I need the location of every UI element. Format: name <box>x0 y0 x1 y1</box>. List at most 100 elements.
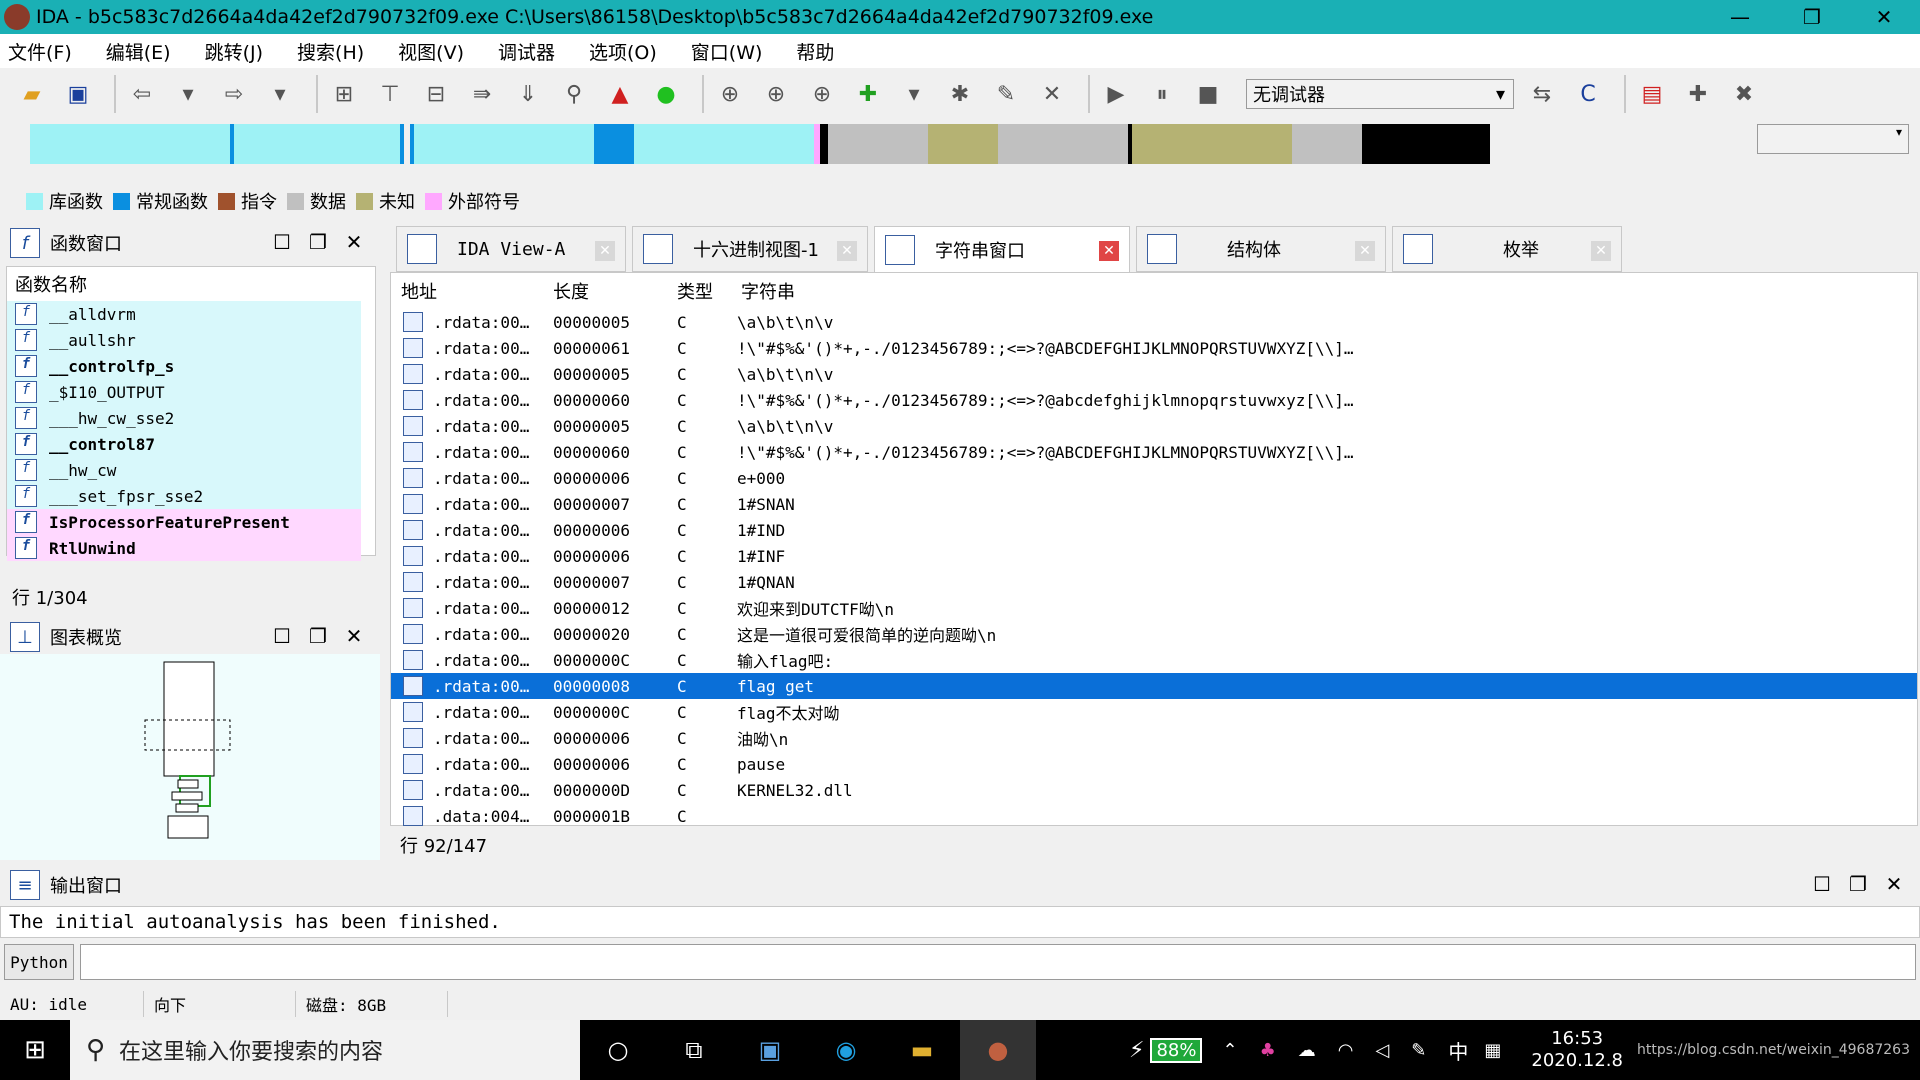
function-row[interactable]: f __controlfp_s <box>7 353 361 379</box>
function-row[interactable]: f ___set_fpsr_sse2 <box>7 483 361 509</box>
graph-overview[interactable] <box>0 654 380 860</box>
function-row[interactable]: f ___hw_cw_sse2 <box>7 405 361 431</box>
float-icon[interactable]: ❐ <box>300 624 336 648</box>
menu-search[interactable]: 搜索(H) <box>297 38 364 65</box>
volume-icon[interactable]: ◁ <box>1375 1040 1389 1061</box>
string-row[interactable]: .rdata:00… 00000006 C 1#IND <box>391 517 1917 543</box>
tab-hex-view[interactable]: 十六进制视图-1 ✕ <box>632 226 868 272</box>
strings-window[interactable]: 地址 长度 类型 字符串 .rdata:00… 00000005 C \a\b\t\n… <box>390 272 1918 826</box>
back-arrow-icon[interactable]: ⇦ <box>124 76 160 112</box>
make-ascii-icon[interactable]: ⊕ <box>804 76 840 112</box>
pause-icon[interactable]: ⏸ <box>1144 76 1180 112</box>
close-button[interactable]: ✕ <box>1848 5 1920 29</box>
wifi-icon[interactable]: ◠ <box>1338 1040 1354 1061</box>
string-row[interactable]: .rdata:00… 00000060 C !\"#$%&'()*+,-./0123… <box>391 387 1917 413</box>
function-row[interactable]: f __alldvrm <box>7 301 361 327</box>
stop-icon[interactable]: ■ <box>1190 76 1226 112</box>
task-view-icon[interactable]: ⧉ <box>656 1036 732 1064</box>
taskbar-search-box[interactable]: ⚲ 在这里输入你要搜索的内容 <box>70 1020 580 1080</box>
cortana-icon[interactable]: ○ <box>580 1036 656 1064</box>
close-icon[interactable]: ✕ <box>1876 872 1912 896</box>
tab-ida-view-a[interactable]: IDA View-A ✕ <box>396 226 626 272</box>
app-tray-icon[interactable]: ♣ <box>1260 1040 1276 1061</box>
debugger-select[interactable]: 无调试器 ▾ <box>1246 79 1514 109</box>
menu-help[interactable]: 帮助 <box>796 38 834 65</box>
control-panel-icon[interactable]: ▣ <box>732 1036 808 1064</box>
chevron-up-icon[interactable]: ⌃ <box>1222 1040 1237 1061</box>
string-row[interactable]: .rdata:00… 00000007 C 1#QNAN <box>391 569 1917 595</box>
clock[interactable]: 16:53 2020.12.8 <box>1531 1028 1623 1072</box>
pseudocode-icon[interactable]: C <box>1570 76 1606 112</box>
maximize-icon[interactable]: ☐ <box>264 624 300 648</box>
minimize-button[interactable]: — <box>1704 5 1776 29</box>
make-data-icon[interactable]: ⊕ <box>758 76 794 112</box>
string-row[interactable]: .rdata:00… 0000000C Cflag不太对呦 <box>391 699 1917 725</box>
string-column-header[interactable]: 字符串 <box>737 278 795 304</box>
menu-edit[interactable]: 编辑(E) <box>106 38 171 65</box>
play-icon[interactable]: ▶ <box>1098 76 1134 112</box>
float-icon[interactable]: ❐ <box>1840 872 1876 896</box>
edge-browser-icon[interactable]: ◉ <box>808 1036 884 1064</box>
type-column-header[interactable]: 类型 <box>671 278 737 304</box>
ime-indicator[interactable]: 中 <box>1448 1036 1468 1065</box>
forward-arrow-icon[interactable]: ⇨ <box>216 76 252 112</box>
maximize-icon[interactable]: ☐ <box>1804 872 1840 896</box>
functions-list[interactable]: 函数名称 f __alldvrm f __aullshr f __controlfp_s f… <box>6 266 376 561</box>
pen-icon[interactable]: ✎ <box>1411 1040 1426 1061</box>
tab-strings[interactable]: 字符串窗口 ✕ <box>874 226 1130 272</box>
string-row[interactable]: .rdata:00… 00000061 C !\"#$%&'()*+,-./0123… <box>391 335 1917 361</box>
close-icon[interactable]: ✕ <box>1099 241 1119 261</box>
function-row[interactable]: f __control87 <box>7 431 361 457</box>
search-binary-icon[interactable]: ⇛ <box>464 76 500 112</box>
function-row[interactable]: f IsProcessorFeaturePresent <box>7 509 361 535</box>
tab-structures[interactable]: 结构体 ✕ <box>1136 226 1386 272</box>
nav-dropdown[interactable]: ▾ <box>1757 124 1909 154</box>
string-row[interactable]: .rdata:00… 00000060 C !\"#$%&'()*+,-./0123… <box>391 439 1917 465</box>
menu-debugger[interactable]: 调试器 <box>498 38 555 65</box>
save-icon[interactable]: ▣ <box>60 76 96 112</box>
add-breakpoint-icon[interactable]: ✚ <box>1680 76 1716 112</box>
file-explorer-icon[interactable]: ▬ <box>884 1036 960 1064</box>
make-string-icon[interactable]: ✚ <box>850 76 886 112</box>
make-code-icon[interactable]: ⊕ <box>712 76 748 112</box>
back-dropdown-icon[interactable]: ▾ <box>170 76 206 112</box>
string-dropdown-icon[interactable]: ▾ <box>896 76 932 112</box>
undefine-icon[interactable]: ✱ <box>942 76 978 112</box>
function-row[interactable]: f __aullshr <box>7 327 361 353</box>
string-row[interactable]: .data:004… 0000001B C <box>391 803 1917 829</box>
windows-start-icon[interactable]: ⊞ <box>0 1035 70 1065</box>
delete-icon[interactable]: ✕ <box>1034 76 1070 112</box>
string-row[interactable]: .rdata:00… 00000012 C 欢迎来到DUTCTF呦\n <box>391 595 1917 621</box>
ida-taskbar-icon[interactable]: ● <box>960 1020 1036 1080</box>
warning-icon[interactable]: ▲ <box>602 76 638 112</box>
function-row[interactable]: f RtlUnwind <box>7 535 361 561</box>
restore-button[interactable]: ❐ <box>1776 5 1848 29</box>
rename-icon[interactable]: ✎ <box>988 76 1024 112</box>
string-row[interactable]: .rdata:00… 00000006 C 油呦\n <box>391 725 1917 751</box>
string-row[interactable]: .rdata:00… 00000006 Ce+000 <box>391 465 1917 491</box>
breakpoints-list-icon[interactable]: ▤ <box>1634 76 1670 112</box>
string-row[interactable]: .rdata:00… 00000006 Cpause <box>391 751 1917 777</box>
string-row[interactable]: .rdata:00… 00000008 Cflag get <box>391 673 1917 699</box>
string-row[interactable]: .rdata:00… 00000005 C \a\b\t\n\v <box>391 361 1917 387</box>
float-icon[interactable]: ❐ <box>300 230 336 254</box>
close-icon[interactable]: ✕ <box>336 624 372 648</box>
menu-windows[interactable]: 窗口(W) <box>691 38 763 65</box>
string-row[interactable]: .rdata:00… 0000000C C 输入flag吧: <box>391 647 1917 673</box>
forward-dropdown-icon[interactable]: ▾ <box>262 76 298 112</box>
menu-jump[interactable]: 跳转(J) <box>205 38 263 65</box>
close-icon[interactable]: ✕ <box>1355 241 1375 261</box>
string-row[interactable]: .rdata:00… 00000005 C \a\b\t\n\v <box>391 309 1917 335</box>
string-row[interactable]: .rdata:00… 00000020 C 这是一道很可爱很简单的逆向题呦\n <box>391 621 1917 647</box>
code-icon[interactable]: ⊞ <box>326 76 362 112</box>
switch-debugger-icon[interactable]: ⇆ <box>1524 76 1560 112</box>
search-icon[interactable]: ⚲ <box>556 76 592 112</box>
address-column-header[interactable]: 地址 <box>391 278 543 304</box>
function-row[interactable]: f _$I10_OUTPUT <box>7 379 361 405</box>
menu-file[interactable]: 文件(F) <box>8 38 72 65</box>
menu-options[interactable]: 选项(O) <box>589 38 657 65</box>
ime-mode-icon[interactable]: ▦ <box>1484 1040 1501 1061</box>
string-row[interactable]: .rdata:00… 00000007 C 1#SNAN <box>391 491 1917 517</box>
string-row[interactable]: .rdata:00… 00000005 C \a\b\t\n\v <box>391 413 1917 439</box>
string-row[interactable]: .rdata:00… 00000006 C 1#INF <box>391 543 1917 569</box>
